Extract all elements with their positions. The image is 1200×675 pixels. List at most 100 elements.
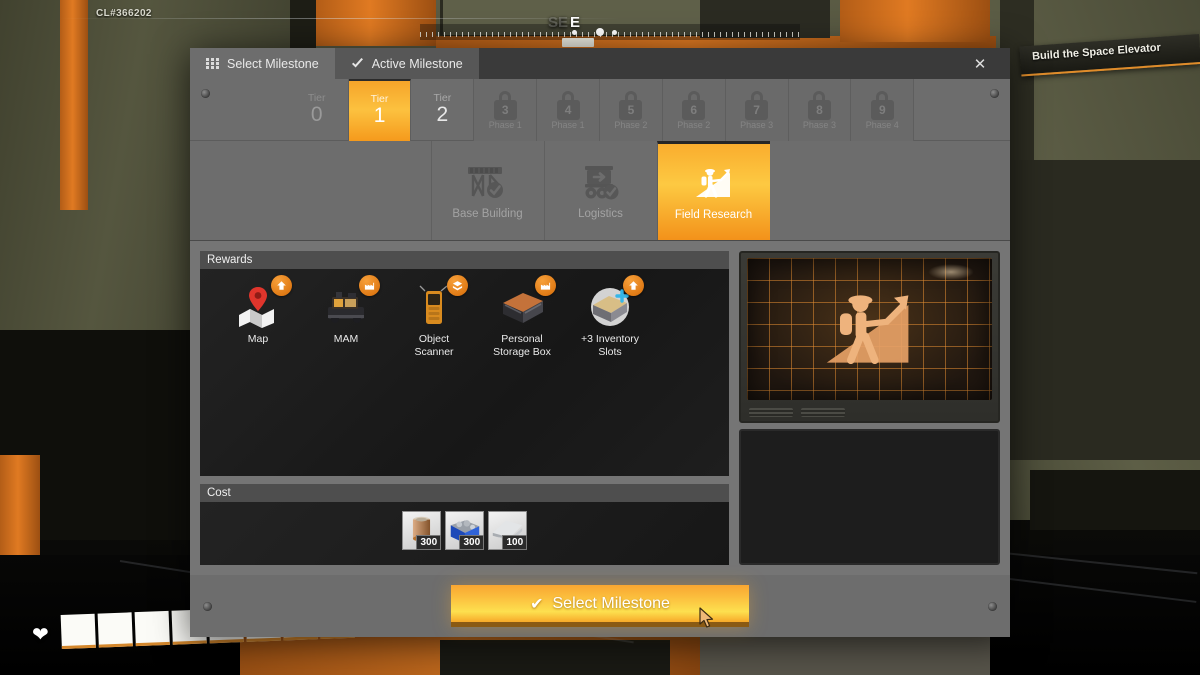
grid-icon (206, 58, 219, 69)
cost-quantity: 100 (502, 534, 528, 550)
cost-panel: 300 300 100 (200, 501, 730, 565)
lock-icon: 9 (870, 90, 894, 120)
tier-phase-label: Phase 3 (740, 119, 774, 130)
reward-item-inventory-slots[interactable]: +3 Inventory Slots (574, 275, 646, 359)
tier-row-right-pad (914, 79, 1010, 140)
tier-number: 7 (745, 99, 769, 120)
tier-number: 5 (619, 99, 643, 120)
cost-item-plate[interactable]: 100 (488, 510, 528, 550)
screw-icon (989, 89, 999, 98)
cost-quantity: 300 (416, 534, 442, 550)
dialog-footer: ✔ Select Milestone (190, 575, 1010, 637)
background-pillar (316, 0, 436, 46)
dialog-tabbar: Select Milestone Active Milestone ✕ (190, 48, 1010, 79)
tier-button-7: 7 Phase 3 (725, 79, 789, 141)
container-truck-icon (584, 165, 618, 199)
category-label: Field Research (674, 209, 753, 221)
lock-icon: 5 (619, 90, 643, 120)
upgrade-arrow-icon (623, 275, 644, 296)
category-logistics[interactable]: Logistics (543, 141, 657, 240)
check-icon (351, 58, 364, 69)
compass-marker (596, 28, 604, 36)
cost-item-ore[interactable]: 300 (445, 510, 485, 550)
lock-icon: 4 (556, 90, 580, 120)
compass-pip (562, 38, 594, 47)
hotbar-slot[interactable] (134, 610, 170, 647)
tier-phase-label: Phase 3 (802, 119, 836, 130)
tier-number: 0 (310, 103, 323, 127)
reward-label: Object Scanner (414, 333, 454, 359)
preview-screen (747, 258, 992, 400)
tier-phase-label: Phase 2 (614, 119, 648, 130)
category-row: Base Building Logistics Field Research (190, 141, 1010, 241)
tier-number: 1 (373, 104, 386, 128)
tier-number: 4 (556, 99, 580, 120)
tier-phase-label: Phase 2 (677, 119, 711, 130)
monitor-vents (749, 408, 846, 417)
tier-button-4: 4 Phase 1 (537, 79, 600, 141)
tab-select-milestone-label: Select Milestone (227, 56, 319, 71)
preview-description-panel (739, 429, 1000, 565)
dialog-left-column: Rewards Map MAM Object Scanner Personal … (200, 251, 730, 565)
explorer-chart-large-icon (826, 295, 909, 365)
health-icon: ❤ (32, 624, 49, 646)
lock-icon: 8 (807, 90, 831, 120)
tier-button-8: 8 Phase 3 (788, 79, 852, 141)
tab-active-milestone[interactable]: Active Milestone (334, 48, 479, 79)
select-milestone-button[interactable]: ✔ Select Milestone (451, 585, 749, 628)
tabbar-spacer (478, 48, 950, 79)
tier-phase-label: Phase 1 (551, 119, 585, 130)
category-base-building[interactable]: Base Building (430, 141, 544, 240)
select-milestone-button-label: Select Milestone (552, 594, 670, 612)
rewards-section-title: Rewards (200, 251, 730, 269)
session-code-label: CL#366202 (96, 8, 152, 19)
tab-select-milestone[interactable]: Select Milestone (190, 48, 335, 79)
rewards-panel: Map MAM Object Scanner Personal Storage … (200, 269, 730, 476)
rewards-list: Map MAM Object Scanner Personal Storage … (200, 269, 729, 359)
tier-number: 6 (682, 99, 706, 120)
background-panel (440, 640, 670, 675)
cost-item-wire[interactable]: 300 (402, 510, 442, 550)
lock-icon: 3 (493, 90, 517, 120)
factory-icon (535, 275, 556, 296)
category-label: Base Building (452, 207, 523, 220)
hotbar-slot[interactable] (97, 612, 133, 648)
tier-number: 9 (870, 99, 894, 120)
dialog-right-column (739, 251, 1000, 565)
compass-marker (612, 30, 617, 35)
compass-marker (572, 30, 577, 35)
preview-monitor (739, 251, 1000, 423)
tier-button-2[interactable]: Tier 2 (411, 79, 475, 141)
explorer-chart-icon (695, 169, 730, 198)
hotbar-slot[interactable] (60, 613, 96, 650)
tier-button-5: 5 Phase 2 (599, 79, 663, 141)
background-pillar (840, 0, 990, 42)
reward-label: MAM (333, 333, 359, 345)
category-field-research[interactable]: Field Research (656, 141, 770, 240)
background-panel (1010, 160, 1200, 460)
reward-item-personal-storage-box[interactable]: Personal Storage Box (486, 275, 558, 359)
tier-button-0[interactable]: Tier 0 (286, 79, 349, 141)
background-pillar (60, 0, 88, 210)
vent-grille (749, 408, 794, 417)
tier-number: 2 (436, 103, 449, 127)
reward-label: Map (247, 333, 269, 345)
reward-item-map[interactable]: Map (222, 275, 294, 359)
category-label: Logistics (578, 207, 623, 220)
conveyor-support-icon (467, 166, 503, 198)
reward-label: Personal Storage Box (493, 333, 551, 359)
tier-row-left-pad (190, 79, 286, 140)
cost-section-title: Cost (200, 483, 730, 502)
objective-label: Build the Space Elevator (1031, 41, 1162, 63)
reward-item-mam[interactable]: MAM (310, 275, 382, 359)
lock-icon: 6 (682, 90, 706, 120)
close-icon[interactable]: ✕ (950, 48, 1010, 79)
reward-item-object-scanner[interactable]: Object Scanner (398, 275, 470, 359)
tier-phase-label: Phase 1 (488, 119, 522, 130)
tier-selector-row: Tier 0 Tier 1 Tier 2 3 Phase 1 4 Phase 1 (190, 79, 1010, 141)
reward-label: +3 Inventory Slots (580, 333, 640, 359)
category-right-pad (770, 141, 1011, 240)
tier-button-1[interactable]: Tier 1 (348, 79, 412, 141)
upgrade-arrow-icon (271, 275, 292, 296)
vent-grille (801, 408, 846, 417)
